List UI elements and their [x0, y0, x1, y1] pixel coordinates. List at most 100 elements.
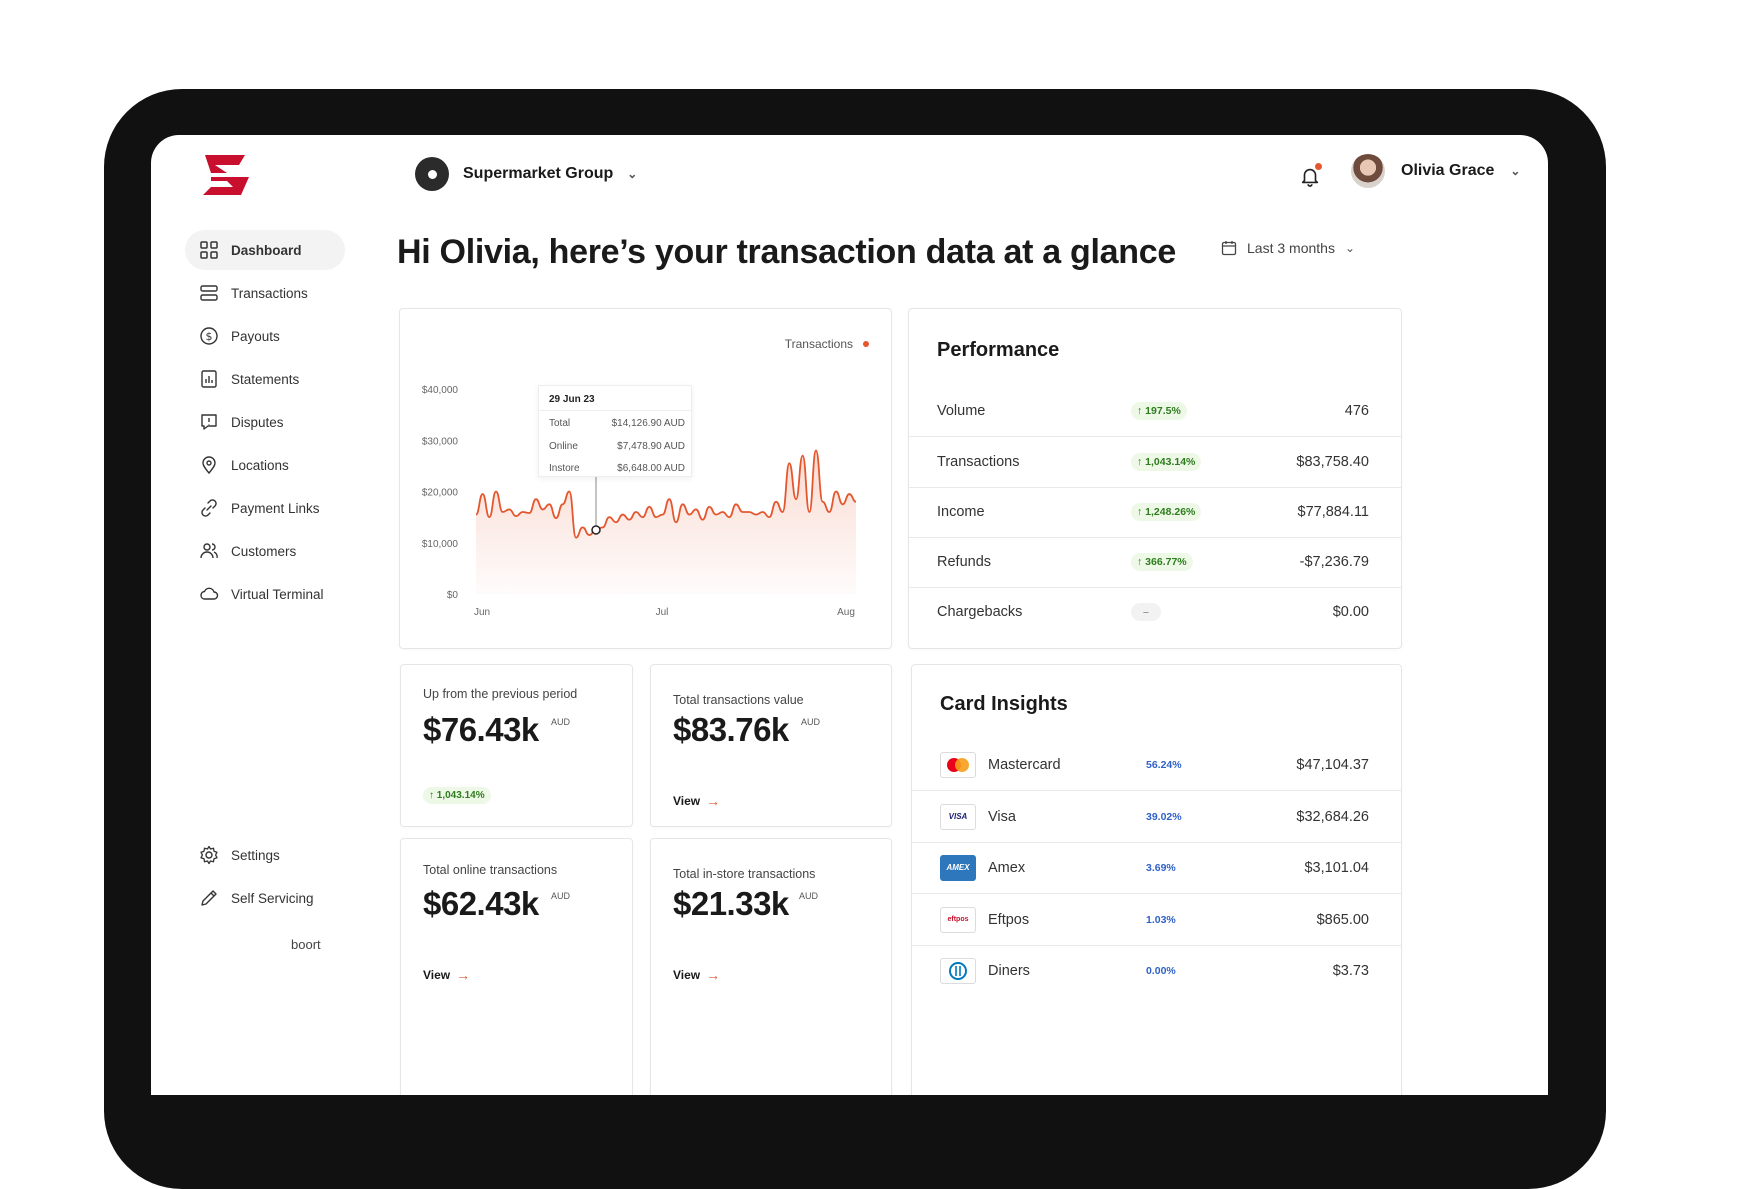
stat-unit: AUD: [799, 891, 819, 901]
notification-dot: [1315, 163, 1322, 170]
eftpos-logo-icon: eftpos: [940, 906, 976, 933]
diners-logo-icon: [940, 958, 976, 984]
performance-row-chargebacks[interactable]: Chargebacks – $0.00: [909, 586, 1401, 638]
y-tick-label: $30,000: [422, 436, 459, 447]
card-value: $3,101.04: [1304, 859, 1369, 876]
y-tick-label: $10,000: [422, 539, 459, 550]
powered-by-label: boort: [291, 937, 321, 952]
org-switcher[interactable]: Supermarket Group ⌄: [415, 157, 637, 191]
stat-label: Total transactions value: [673, 693, 804, 707]
tooltip-row-value: $14,126.90 AUD: [611, 418, 685, 429]
card-value: $47,104.37: [1296, 756, 1369, 773]
sidebar-item-label: Payouts: [231, 328, 280, 344]
change-badge: ↑ 1,043.14%: [423, 787, 491, 804]
perf-value: $83,758.40: [1296, 453, 1369, 470]
arrow-right-icon: →: [456, 967, 471, 983]
speech-alert-icon: [201, 414, 217, 430]
sidebar: Dashboard Transactions $ Payouts Stateme…: [185, 230, 425, 1090]
card-row-mastercard[interactable]: Mastercard 56.24% $47,104.37: [912, 739, 1401, 791]
org-icon: [415, 157, 449, 191]
card-name: Visa: [988, 808, 1016, 825]
pin-icon: [202, 456, 216, 475]
tooltip-row-value: $6,648.00 AUD: [617, 463, 685, 474]
user-menu[interactable]: Olivia Grace ⌄: [1351, 154, 1520, 188]
card-share: 39.02%: [1146, 810, 1182, 823]
sidebar-item-label: Settings: [231, 847, 280, 863]
sidebar-item-label: Transactions: [231, 285, 308, 301]
change-value: 197.5%: [1145, 404, 1181, 417]
perf-label: Income: [937, 503, 985, 520]
sidebar-item-self-servicing[interactable]: Self Servicing: [185, 878, 385, 918]
performance-row-refunds[interactable]: Refunds ↑ 366.77% -$7,236.79: [909, 536, 1401, 588]
x-tick-label: Jun: [474, 607, 490, 618]
sidebar-item-label: Self Servicing: [231, 890, 314, 906]
card-name: Amex: [988, 859, 1026, 876]
tooltip-date: 29 Jun 23: [549, 394, 595, 405]
tooltip-row: Online $7,478.90 AUD: [549, 441, 685, 452]
arrow-right-icon: →: [706, 967, 721, 983]
card-value: $32,684.26: [1296, 808, 1369, 825]
tooltip-row-value: $7,478.90 AUD: [617, 441, 685, 452]
sidebar-item-payment-links[interactable]: Payment Links: [185, 488, 425, 528]
x-tick-label: Aug: [837, 607, 855, 618]
card-value: $865.00: [1316, 911, 1369, 928]
card-row-eftpos[interactable]: eftpos Eftpos 1.03% $865.00: [912, 894, 1401, 946]
grid-icon: [200, 241, 218, 259]
stat-label: Total online transactions: [423, 863, 558, 877]
gear-icon: [200, 845, 218, 865]
sidebar-item-label: Dashboard: [231, 242, 302, 258]
view-link[interactable]: View →: [673, 967, 720, 983]
arrow-right-icon: →: [706, 793, 721, 809]
sidebar-item-payouts[interactable]: $ Payouts: [185, 316, 425, 356]
stat-label: Total in-store transactions: [673, 867, 816, 881]
transactions-chart-card: Transactions $40,000 $30,000 $20,000 $10,00…: [399, 308, 892, 649]
calendar-icon: [1221, 241, 1237, 256]
performance-row-income[interactable]: Income ↑ 1,248.26% $77,884.11: [909, 486, 1401, 538]
view-link-label: View: [673, 794, 701, 808]
sidebar-item-virtual-terminal[interactable]: Virtual Terminal: [185, 574, 425, 614]
sidebar-item-customers[interactable]: Customers: [185, 531, 425, 571]
date-range-label: Last 3 months: [1247, 240, 1335, 256]
sidebar-item-disputes[interactable]: Disputes: [185, 402, 425, 442]
sidebar-item-label: Disputes: [231, 414, 284, 430]
card-row-visa[interactable]: VISA Visa 39.02% $32,684.26: [912, 791, 1401, 843]
stat-value: $62.43k: [423, 885, 539, 922]
card-row-diners[interactable]: Diners 0.00% $3.73: [912, 945, 1401, 997]
y-tick-label: $0: [447, 590, 459, 601]
stat-unit: AUD: [551, 717, 571, 727]
list-icon: [200, 285, 218, 301]
perf-value: 476: [1344, 402, 1369, 419]
brand-logo-icon[interactable]: [201, 153, 253, 197]
performance-row-transactions[interactable]: Transactions ↑ 1,043.14% $83,758.40: [909, 436, 1401, 488]
sidebar-item-locations[interactable]: Locations: [185, 445, 425, 485]
cloud-icon: [200, 587, 219, 600]
org-name: Supermarket Group: [463, 165, 614, 182]
card-row-amex[interactable]: AMEX Amex 3.69% $3,101.04: [912, 842, 1401, 894]
app-screen: Supermarket Group ⌄ Olivia Grace ⌄ Dashb…: [151, 135, 1548, 1095]
sidebar-item-label: Statements: [231, 371, 300, 387]
highlight-point[interactable]: [591, 525, 601, 535]
x-tick-label: Jul: [656, 607, 669, 618]
performance-row-volume[interactable]: Volume ↑ 197.5% 476: [909, 385, 1401, 437]
date-range-picker[interactable]: Last 3 months ⌄: [1221, 240, 1355, 256]
card-name: Eftpos: [988, 911, 1030, 928]
view-link[interactable]: View →: [673, 793, 720, 809]
transactions-chart[interactable]: $40,000 $30,000 $20,000 $10,000 $0 Jun Jul Aug: [400, 309, 893, 650]
card-insights-card: Card Insights Mastercard 56.24% $47,104.…: [911, 664, 1402, 1095]
tooltip-row-label: Total: [549, 418, 571, 429]
view-link-label: View: [673, 968, 701, 982]
sidebar-item-statements[interactable]: Statements: [185, 359, 425, 399]
card-insights-title: Card Insights: [940, 693, 1068, 715]
sidebar-item-settings[interactable]: Settings: [185, 835, 385, 875]
sidebar-item-label: Virtual Terminal: [231, 586, 324, 602]
sidebar-item-transactions[interactable]: Transactions: [185, 273, 425, 313]
link-icon: [201, 499, 217, 517]
chart-tooltip: 29 Jun 23 Total $14,126.90 AUD Online $7…: [538, 385, 692, 477]
mastercard-logo-icon: [940, 751, 976, 778]
performance-title: Performance: [937, 339, 1060, 361]
card-share: 0.00%: [1146, 965, 1176, 977]
view-link[interactable]: View →: [423, 967, 470, 983]
change-value: 1,248.26%: [1145, 505, 1196, 518]
page-title: Hi Olivia, here’s your transaction data …: [397, 233, 1176, 271]
sidebar-item-dashboard[interactable]: Dashboard: [185, 230, 345, 270]
